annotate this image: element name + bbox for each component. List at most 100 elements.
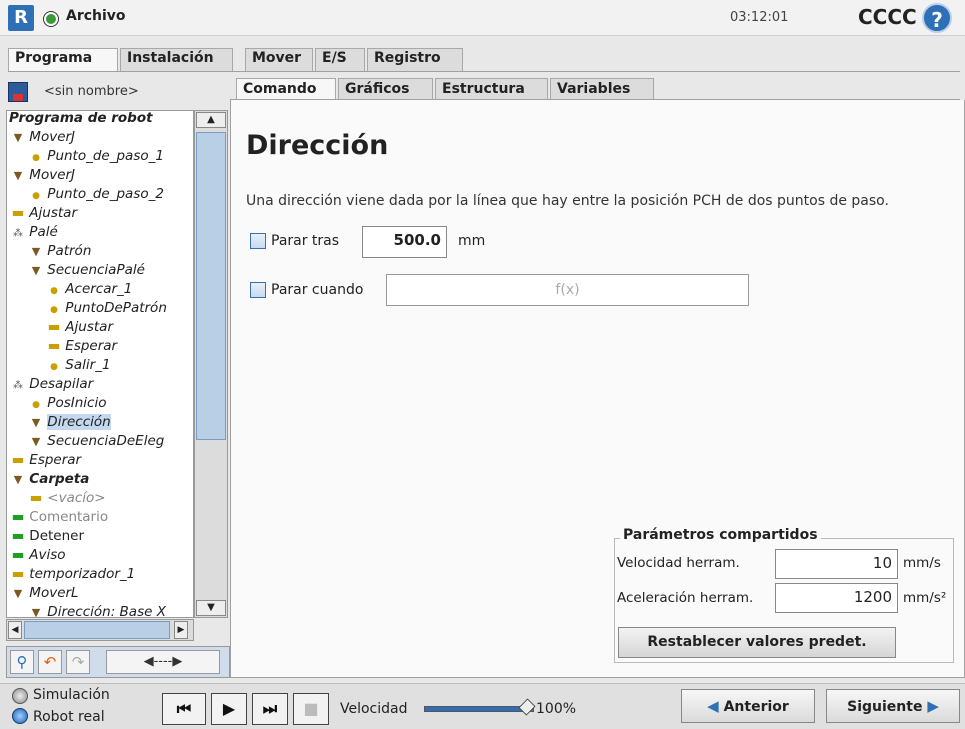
triangle-icon: ▼ <box>13 131 23 144</box>
redo-icon[interactable]: ↷ <box>66 650 90 674</box>
reset-defaults-button[interactable]: Restablecer valores predet. <box>618 627 896 658</box>
tree-root[interactable]: Programa de robot <box>9 111 153 128</box>
stop-icon[interactable]: ■ <box>293 693 329 725</box>
program-tree[interactable]: Programa de robot ▼ MoverJ ● Punto_de_pas… <box>6 110 194 618</box>
stop-when-label: Parar cuando <box>271 282 364 298</box>
tree-item-label: PuntoDePatrón <box>65 300 167 316</box>
simulation-radio[interactable] <box>12 688 28 704</box>
stop-when-expression-field[interactable]: f(x) <box>386 274 749 306</box>
tab-graficos[interactable]: Gráficos <box>338 78 433 100</box>
file-menu[interactable]: Archivo <box>66 8 126 24</box>
scroll-down-icon[interactable]: ▼ <box>196 600 226 616</box>
robot-status-icon <box>44 12 58 26</box>
command-title: Dirección <box>246 130 389 161</box>
tree-item[interactable]: ● PosInicio <box>29 394 106 413</box>
tree-item-label: SecuenciaDeEleg <box>47 433 165 449</box>
tree-item[interactable]: ● Punto_de_paso_2 <box>29 185 164 204</box>
tree-item-label: PosInicio <box>47 395 107 411</box>
tree-item[interactable]: ▬ Esperar <box>47 337 118 356</box>
tree-item-label: Detener <box>29 528 85 544</box>
comment-icon: ▬ <box>11 528 25 544</box>
triangle-icon: ▼ <box>31 264 41 277</box>
tab-mover[interactable]: Mover <box>245 48 313 72</box>
next-label: Siguiente <box>847 699 923 715</box>
previous-label: Anterior <box>723 699 789 715</box>
tool-speed-input[interactable]: 10 <box>775 549 898 579</box>
scroll-left-icon[interactable]: ◀ <box>8 621 22 639</box>
tree-item[interactable]: ▼ MoverJ <box>11 128 75 147</box>
tree-item[interactable]: ▬ Ajustar <box>11 204 77 223</box>
scroll-right-icon[interactable]: ▶ <box>174 621 188 639</box>
tab-programa[interactable]: Programa <box>8 48 118 72</box>
tree-item-label: <vacío> <box>47 490 106 506</box>
tree-item[interactable]: ▼ Patrón <box>29 242 92 261</box>
tree-item[interactable]: ▬ Detener <box>11 527 84 546</box>
tree-item[interactable]: ▼ MoverL <box>11 584 79 603</box>
tree-item-label: Carpeta <box>29 471 90 487</box>
tree-item[interactable]: ▼ MoverJ <box>11 166 75 185</box>
scroll-up-icon[interactable]: ▲ <box>196 112 226 128</box>
real-robot-radio[interactable] <box>12 708 28 724</box>
tab-estructura[interactable]: Estructura <box>435 78 548 100</box>
action-icon: ▬ <box>11 566 25 582</box>
real-robot-label[interactable]: Robot real <box>33 709 105 725</box>
stop-when-checkbox[interactable] <box>250 282 266 298</box>
tab-es[interactable]: E/S <box>315 48 365 72</box>
tree-item[interactable]: ▬ Ajustar <box>47 318 113 337</box>
pallet-icon: ⁂ <box>13 228 23 239</box>
tree-item[interactable]: ▬ Comentario <box>11 508 109 527</box>
tree-item[interactable]: ▼ Dirección <box>29 413 111 432</box>
tab-variables[interactable]: Variables <box>550 78 654 100</box>
tree-item-label: temporizador_1 <box>29 566 136 582</box>
stop-after-label: Parar tras <box>271 233 340 249</box>
tree-item[interactable]: ▬ temporizador_1 <box>11 565 136 584</box>
tree-item[interactable]: ▼ SecuenciaDeEleg <box>29 432 165 451</box>
tree-item[interactable]: ⁂ Palé <box>11 223 58 242</box>
arrow-right-icon: ▶ <box>927 697 939 715</box>
tab-registro[interactable]: Registro <box>367 48 463 72</box>
tool-speed-unit: mm/s <box>903 555 941 571</box>
arrow-left-icon: ◀ <box>707 697 719 715</box>
previous-button[interactable]: ◀ Anterior <box>681 689 815 723</box>
tree-item-label: Esperar <box>29 452 82 468</box>
tree-item[interactable]: ▼ Carpeta <box>11 470 90 489</box>
tree-item-label: Dirección <box>47 414 111 430</box>
shared-params-title: Parámetros compartidos <box>620 527 821 543</box>
stop-after-input[interactable]: 500.0 <box>362 226 447 258</box>
play-icon[interactable]: ▶ <box>211 693 247 725</box>
ur-logo-icon: R <box>8 5 34 31</box>
tree-item[interactable]: ● Salir_1 <box>47 356 111 375</box>
tree-item[interactable]: ▼ Dirección: Base X <box>29 603 166 617</box>
vertical-scroll-thumb[interactable] <box>196 132 226 440</box>
rewind-icon[interactable]: ⏮ <box>162 693 206 725</box>
tool-accel-input[interactable]: 1200 <box>775 583 898 613</box>
action-icon: ▬ <box>47 338 61 354</box>
tree-item[interactable]: ▬ <vacío> <box>29 489 106 508</box>
triangle-icon: ▼ <box>31 245 41 258</box>
tree-item[interactable]: ▼ SecuenciaPalé <box>29 261 145 280</box>
search-icon[interactable]: ⚲ <box>10 650 34 674</box>
undo-icon[interactable]: ↶ <box>38 650 62 674</box>
robot-name: CCCC <box>858 5 917 29</box>
tree-item[interactable]: ● Punto_de_paso_1 <box>29 147 164 166</box>
horizontal-scroll-thumb[interactable] <box>24 621 170 639</box>
program-name: <sin nombre> <box>44 84 139 99</box>
save-icon[interactable] <box>8 82 28 102</box>
tree-item[interactable]: ▬ Aviso <box>11 546 66 565</box>
tree-item-label: Acercar_1 <box>65 281 133 297</box>
step-icon[interactable]: ⏭ <box>252 693 288 725</box>
tab-comando[interactable]: Comando <box>236 78 336 100</box>
tree-item[interactable]: ⁂ Desapilar <box>11 375 93 394</box>
next-button[interactable]: Siguiente ▶ <box>826 689 960 723</box>
tree-item-label: Salir_1 <box>65 357 111 373</box>
top-bar <box>0 0 965 36</box>
move-node-icon[interactable]: ◀----▶ <box>106 650 220 674</box>
tree-item[interactable]: ● PuntoDePatrón <box>47 299 167 318</box>
tab-instalacion[interactable]: Instalación <box>120 48 233 72</box>
stop-after-checkbox[interactable] <box>250 233 266 249</box>
tree-item[interactable]: ▬ Esperar <box>11 451 82 470</box>
tree-item-label: Ajustar <box>65 319 113 335</box>
tree-item[interactable]: ● Acercar_1 <box>47 280 132 299</box>
simulation-label[interactable]: Simulación <box>33 687 110 703</box>
help-icon[interactable]: ? <box>922 3 952 33</box>
